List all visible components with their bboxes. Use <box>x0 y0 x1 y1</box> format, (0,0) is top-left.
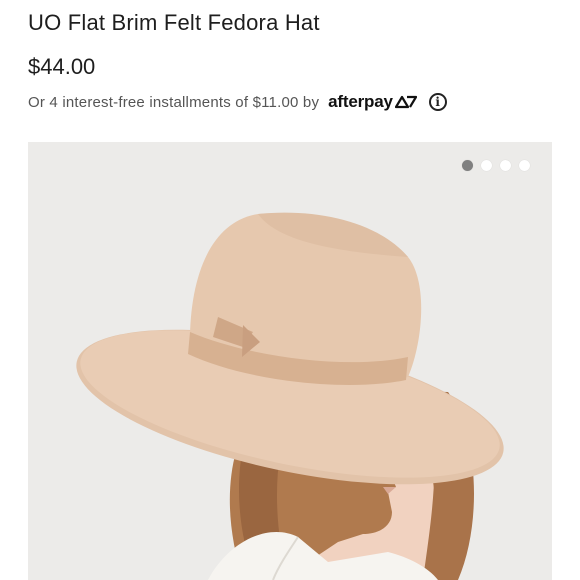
product-image-carousel[interactable] <box>28 142 552 580</box>
carousel-dot-3[interactable] <box>500 160 511 171</box>
carousel-dots <box>462 160 530 171</box>
product-price: $44.00 <box>28 54 96 79</box>
afterpay-row: Or 4 interest-free installments of $11.0… <box>28 91 498 113</box>
product-title: UO Flat Brim Felt Fedora Hat <box>28 10 320 35</box>
carousel-dot-4[interactable] <box>519 160 530 171</box>
afterpay-arrows-icon <box>394 95 417 109</box>
carousel-dot-1[interactable] <box>462 160 473 171</box>
afterpay-logo-text: afterpay <box>328 92 393 111</box>
info-icon[interactable]: i <box>428 93 447 111</box>
product-image <box>28 142 552 580</box>
installments-text: Or 4 interest-free installments of $11.0… <box>28 93 320 111</box>
afterpay-logo: afterpay <box>328 92 417 112</box>
carousel-dot-2[interactable] <box>481 160 492 171</box>
